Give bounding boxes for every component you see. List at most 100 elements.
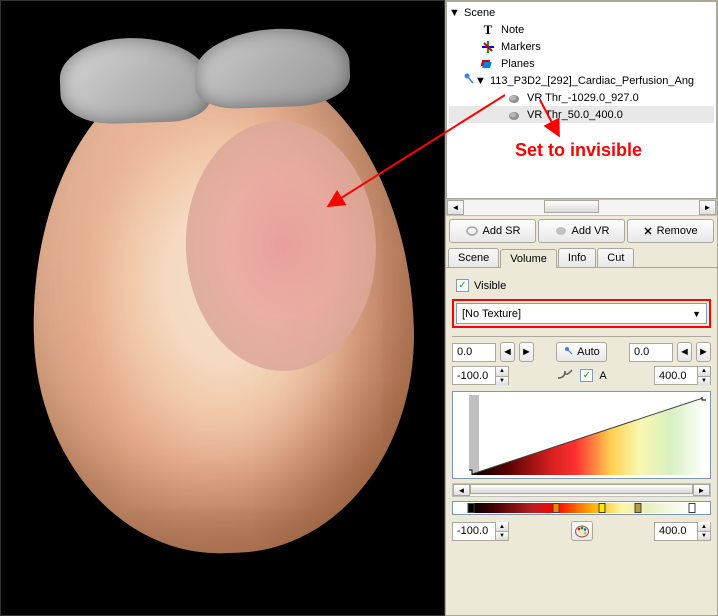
window-next-button[interactable]: ► [519, 342, 534, 362]
spin-up[interactable]: ▲ [697, 522, 710, 531]
tree-item-study[interactable]: ▼ 113_P3D2_[292]_Cardiac_Perfusion_Ang [449, 72, 714, 89]
spin-down[interactable]: ▼ [495, 376, 508, 385]
scroll-thumb[interactable] [470, 484, 693, 494]
window-high-prev-button[interactable]: ◄ [677, 342, 692, 362]
tab-bar: Scene Volume Info Cut [446, 246, 717, 268]
scroll-right-button[interactable]: ► [693, 484, 710, 496]
tree-label: VR Thr_50.0_400.0 [525, 109, 625, 121]
visible-row: ✓ Visible [452, 276, 711, 295]
volume-render [24, 57, 421, 560]
window-prev-button[interactable]: ◄ [500, 342, 515, 362]
collapse-icon[interactable]: ▼ [475, 75, 486, 86]
planes-icon [480, 56, 496, 72]
scroll-track[interactable] [464, 200, 699, 215]
scene-tree[interactable]: ▼ Scene T Note Markers Planes ▼ [446, 1, 717, 199]
color-low-input[interactable] [453, 525, 495, 537]
annotation-highlight: [No Texture] ▼ [452, 299, 711, 328]
tab-cut[interactable]: Cut [597, 248, 634, 267]
volume-icon [506, 107, 522, 123]
texture-value: [No Texture] [462, 308, 521, 320]
window-high-next-button[interactable]: ► [696, 342, 711, 362]
tree-item-vr2[interactable]: VR Thr_50.0_400.0 [449, 106, 714, 123]
tree-label: Note [499, 24, 526, 36]
markers-icon [480, 39, 496, 55]
texture-select[interactable]: [No Texture] ▼ [456, 303, 707, 324]
visible-checkbox[interactable]: ✓ [456, 279, 469, 292]
range-high-spinner[interactable]: ▲▼ [654, 366, 711, 385]
viewport-3d[interactable] [0, 0, 445, 616]
tree-scrollbar[interactable]: ◄ ► [446, 199, 717, 216]
lut-gradient[interactable] [469, 397, 706, 475]
action-buttons: Add SR Add VR ✕ Remove [446, 216, 717, 246]
color-stop[interactable] [689, 503, 696, 513]
visible-label: Visible [474, 280, 506, 292]
auto-button[interactable]: Auto [556, 342, 607, 362]
color-stop[interactable] [468, 503, 475, 513]
tree-item-markers[interactable]: Markers [449, 38, 714, 55]
divider [452, 336, 711, 337]
lut-scrollbar[interactable]: ◄ ► [452, 483, 711, 497]
dropdown-icon: ▼ [692, 309, 701, 319]
tab-scene[interactable]: Scene [448, 248, 499, 267]
curve-icon[interactable] [556, 367, 574, 384]
pin-icon [563, 345, 574, 359]
color-stop[interactable] [635, 503, 642, 513]
window-high-input[interactable] [630, 346, 672, 358]
add-vr-button[interactable]: Add VR [538, 219, 625, 243]
scroll-left-button[interactable]: ◄ [447, 200, 464, 215]
scroll-left-button[interactable]: ◄ [453, 484, 470, 496]
tab-info[interactable]: Info [558, 248, 596, 267]
volume-panel: ✓ Visible [No Texture] ▼ ◄ ► Auto [446, 268, 717, 615]
tree-root-scene[interactable]: ▼ Scene [449, 4, 714, 21]
lut-editor[interactable] [452, 391, 711, 479]
scroll-track[interactable] [470, 484, 693, 496]
alpha-checkbox[interactable]: ✓ [580, 369, 593, 382]
color-high-spinner[interactable]: ▲▼ [654, 522, 711, 541]
color-low-spinner[interactable]: ▲▼ [452, 522, 509, 541]
spin-up[interactable]: ▲ [697, 367, 710, 376]
color-stop[interactable] [552, 503, 559, 513]
close-icon: ✕ [643, 225, 652, 238]
text-icon: T [480, 22, 496, 38]
palette-button[interactable] [571, 521, 593, 541]
color-map-strip[interactable] [452, 501, 711, 515]
tree-item-vr1[interactable]: VR Thr_-1029.0_927.0 [449, 89, 714, 106]
alpha-label: A [599, 370, 606, 382]
color-high-input[interactable] [655, 525, 697, 537]
spin-down[interactable]: ▼ [495, 531, 508, 540]
tree-item-planes[interactable]: Planes [449, 55, 714, 72]
tab-volume[interactable]: Volume [500, 249, 557, 268]
render-area[interactable] [1, 1, 444, 615]
side-panel: ▼ Scene T Note Markers Planes ▼ [445, 0, 718, 616]
remove-button[interactable]: ✕ Remove [627, 219, 714, 243]
range-high-input[interactable] [655, 370, 697, 382]
scroll-thumb[interactable] [544, 200, 599, 213]
range-row: ▲▼ ✓ A ▲▼ [452, 364, 711, 387]
window-low-spinner[interactable] [452, 343, 496, 362]
spin-down[interactable]: ▼ [697, 376, 710, 385]
window-high-spinner[interactable] [629, 343, 673, 362]
tree-item-note[interactable]: T Note [449, 21, 714, 38]
volume-icon [506, 90, 522, 106]
range-low-input[interactable] [453, 370, 495, 382]
tree-label: 113_P3D2_[292]_Cardiac_Perfusion_Ang [488, 75, 696, 87]
spin-up[interactable]: ▲ [495, 367, 508, 376]
tree-label: VR Thr_-1029.0_927.0 [525, 92, 641, 104]
spin-up[interactable]: ▲ [495, 522, 508, 531]
color-gradient [471, 503, 692, 513]
tree-label: Scene [462, 7, 497, 19]
color-stop[interactable] [599, 503, 606, 513]
range-low-spinner[interactable]: ▲▼ [452, 366, 509, 385]
tree-label: Markers [499, 41, 543, 53]
tree-label: Planes [499, 58, 537, 70]
window-row: ◄ ► Auto ◄ ► [452, 340, 711, 364]
spin-down[interactable]: ▼ [697, 531, 710, 540]
color-range-row: ▲▼ ▲▼ [452, 519, 711, 543]
vr-icon [554, 223, 568, 240]
palette-icon [574, 524, 590, 538]
ventricle-region [181, 118, 380, 374]
scroll-right-button[interactable]: ► [699, 200, 716, 215]
collapse-icon[interactable]: ▼ [449, 7, 460, 18]
window-low-input[interactable] [453, 346, 495, 358]
add-sr-button[interactable]: Add SR [449, 219, 536, 243]
